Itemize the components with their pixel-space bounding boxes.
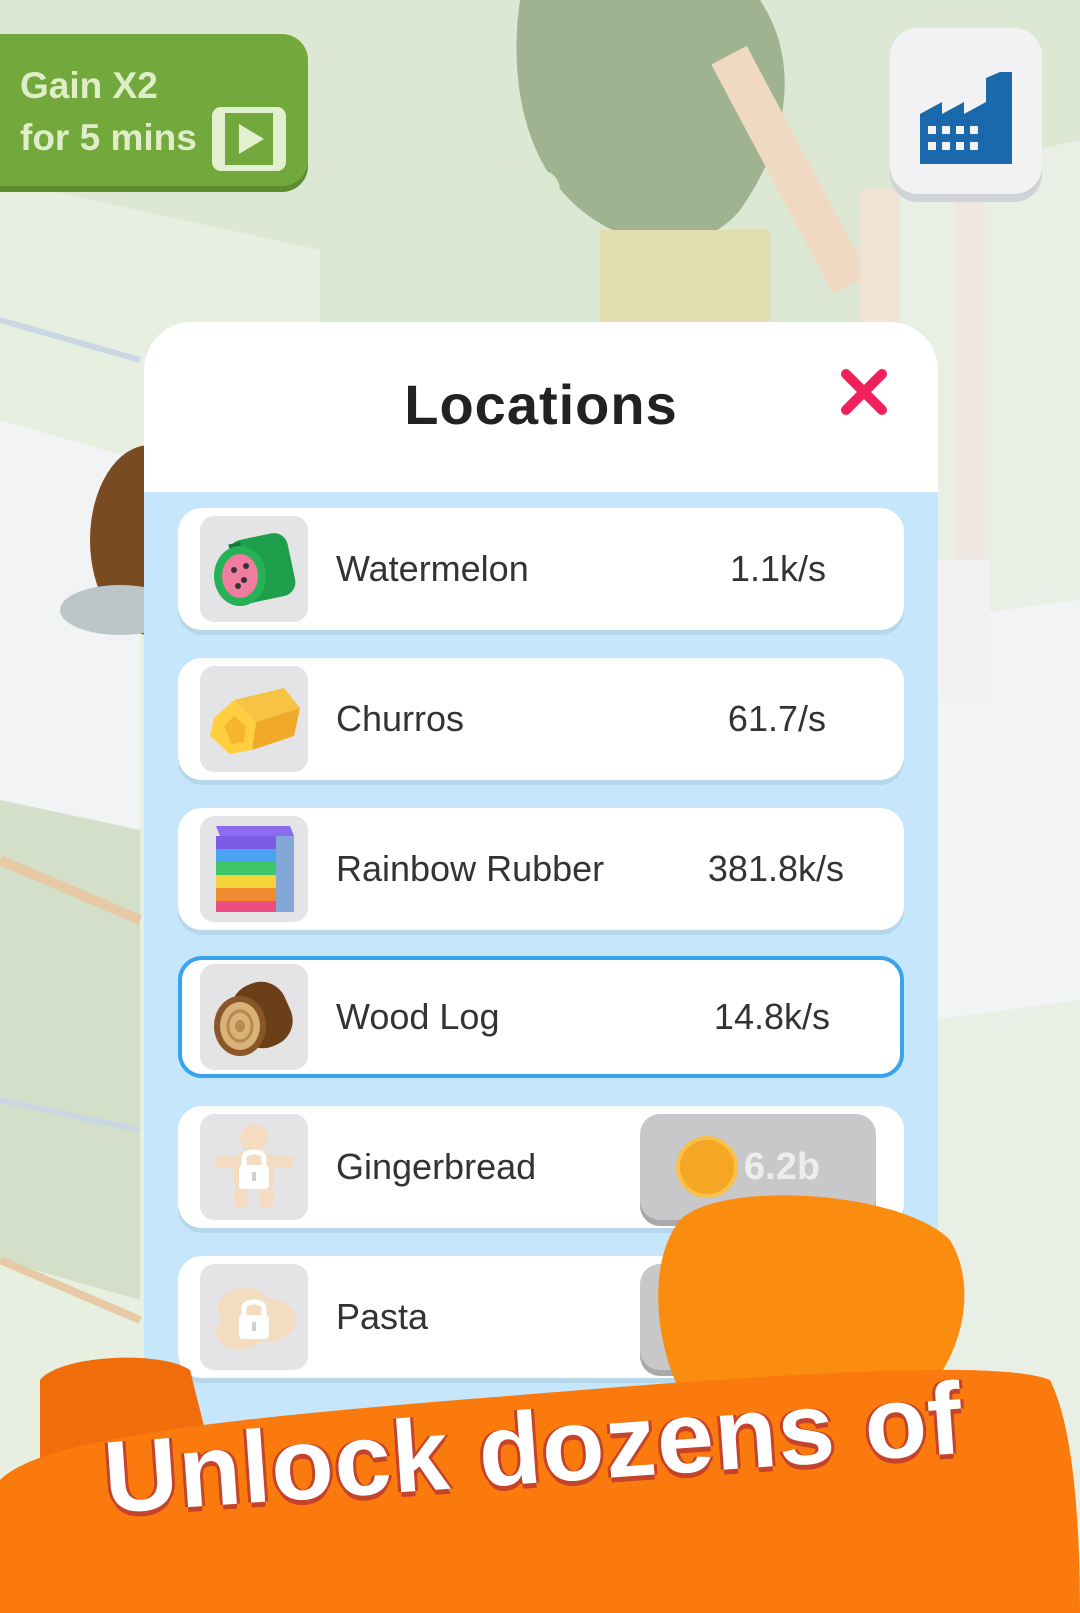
gingerbread-locked-icon [214, 1124, 294, 1208]
rainbow-rubber-icon [216, 826, 294, 912]
location-row-watermelon[interactable]: Watermelon 1.1k/s [178, 508, 904, 630]
location-thumb [200, 816, 308, 922]
location-row-wood-log[interactable]: Wood Log 14.8k/s [178, 956, 904, 1078]
location-thumb [200, 1114, 308, 1220]
location-thumb [200, 666, 308, 772]
location-rate: 61.7/s [727, 698, 826, 739]
location-rate: 381.8k/s [707, 848, 844, 889]
unlock-price: 6.2b [744, 1146, 821, 1188]
pasta-locked-icon [216, 1288, 296, 1350]
unlock-pasta-button[interactable] [640, 1264, 876, 1370]
location-thumb [200, 964, 308, 1070]
boost-label-line1: Gain X2 [20, 65, 158, 106]
locations-list[interactable]: Watermelon 1.1k/s Churros 61.7/s Rainbow… [144, 492, 938, 1442]
wood-log-icon [214, 981, 293, 1056]
locations-modal: Locations Watermelon 1.1k/s Churros 61.7… [144, 322, 938, 1442]
location-row-gingerbread[interactable]: Gingerbread 6.2b [178, 1106, 904, 1228]
unlock-gingerbread-button[interactable]: 6.2b [640, 1114, 876, 1220]
location-row-pasta[interactable]: Pasta [178, 1256, 904, 1378]
location-name: Gingerbread [336, 1146, 537, 1187]
location-name: Rainbow Rubber [336, 848, 605, 889]
location-name: Pasta [336, 1296, 429, 1337]
location-rate: 1.1k/s [729, 548, 826, 589]
coin-icon [676, 1136, 738, 1198]
video-play-icon [212, 107, 286, 171]
close-icon[interactable] [836, 364, 892, 420]
location-name: Watermelon [336, 548, 529, 589]
modal-header: Locations [144, 322, 938, 492]
boost-label: Gain X2 for 5 mins [20, 60, 210, 164]
boost-label-line2: for 5 mins [20, 117, 197, 158]
modal-title: Locations [404, 373, 678, 436]
churros-icon [210, 688, 300, 754]
factory-button[interactable] [890, 28, 1042, 194]
location-row-rainbow-rubber[interactable]: Rainbow Rubber 381.8k/s [178, 808, 904, 930]
location-thumb [200, 1264, 308, 1370]
gain-x2-boost-button[interactable]: Gain X2 for 5 mins [0, 34, 308, 186]
location-rate: 14.8k/s [713, 996, 830, 1037]
location-name: Churros [336, 698, 465, 739]
factory-icon [920, 72, 1012, 164]
location-row-churros[interactable]: Churros 61.7/s [178, 658, 904, 780]
location-name: Wood Log [336, 996, 500, 1037]
location-thumb [200, 516, 308, 622]
watermelon-icon [214, 533, 296, 606]
